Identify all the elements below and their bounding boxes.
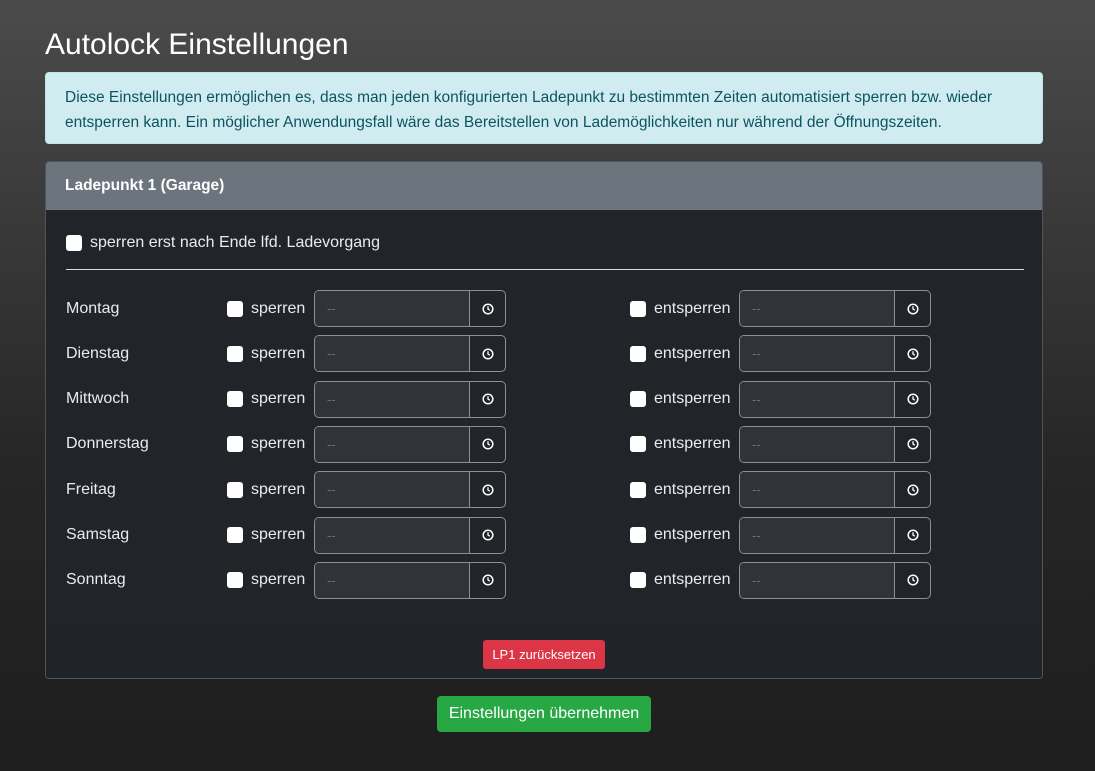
day-label: Donnerstag <box>66 435 149 453</box>
day-row: Dienstag sperren entsperren <box>66 335 1024 373</box>
lock-checkbox[interactable] <box>227 481 243 498</box>
clock-icon[interactable] <box>895 574 930 587</box>
apply-settings-button[interactable]: Einstellungen übernehmen <box>437 696 651 732</box>
clock-icon[interactable] <box>470 483 505 496</box>
day-row: Sonntag sperren entsperren <box>66 561 1024 599</box>
unlock-time-group <box>739 561 931 599</box>
day-label: Dienstag <box>66 344 130 362</box>
card-header: Ladepunkt 1 (Garage) <box>46 162 1042 210</box>
lock-checkbox[interactable] <box>227 572 243 589</box>
day-label: Mittwoch <box>66 390 130 408</box>
lock-after-charge-label: sperren erst nach Ende lfd. Ladevorgang <box>90 234 380 251</box>
unlock-label: entsperren <box>654 480 731 498</box>
lock-label: sperren <box>251 480 306 498</box>
lock-time-group <box>314 290 506 327</box>
lock-label: sperren <box>251 299 306 317</box>
lock-time-input[interactable] <box>315 472 470 508</box>
lock-checkbox[interactable] <box>227 391 243 408</box>
unlock-time-group <box>739 425 931 463</box>
card-footer: LP1 zurücksetzen <box>46 628 1042 678</box>
day-label: Samstag <box>66 526 130 543</box>
page-title: Autolock Einstellungen <box>45 28 349 61</box>
lock-time-input[interactable] <box>315 291 470 326</box>
unlock-time-input[interactable] <box>740 426 895 462</box>
unlock-checkbox[interactable] <box>630 345 646 362</box>
lock-time-group <box>314 335 506 373</box>
unlock-label: entsperren <box>654 571 731 589</box>
unlock-time-input[interactable] <box>740 381 895 417</box>
lock-label: sperren <box>251 435 306 453</box>
divider <box>66 269 1024 270</box>
clock-icon[interactable] <box>895 483 930 496</box>
lock-checkbox[interactable] <box>227 436 243 453</box>
unlock-label: entsperren <box>654 390 731 408</box>
lock-label: sperren <box>251 526 306 543</box>
lock-checkbox[interactable] <box>227 527 243 543</box>
lock-time-group <box>314 471 506 509</box>
unlock-checkbox[interactable] <box>630 481 646 498</box>
lock-after-charge-checkbox[interactable] <box>66 235 82 251</box>
clock-icon[interactable] <box>470 438 505 451</box>
lock-checkbox[interactable] <box>227 300 243 317</box>
unlock-checkbox[interactable] <box>630 527 646 543</box>
unlock-time-input[interactable] <box>740 517 895 553</box>
clock-icon[interactable] <box>470 574 505 587</box>
unlock-time-input[interactable] <box>740 472 895 508</box>
clock-icon[interactable] <box>895 347 930 360</box>
clock-icon[interactable] <box>895 393 930 406</box>
clock-icon[interactable] <box>470 393 505 406</box>
day-row: Freitag sperren entsperren <box>66 471 1024 509</box>
clock-icon[interactable] <box>895 438 930 451</box>
lock-time-group <box>314 380 506 418</box>
unlock-checkbox[interactable] <box>630 572 646 589</box>
day-row: Donnerstag sperren entsperren <box>66 425 1024 463</box>
clock-icon[interactable] <box>470 302 505 315</box>
chargepoint-card: Ladepunkt 1 (Garage) sperren erst nach E… <box>45 161 1043 679</box>
clock-icon[interactable] <box>470 529 505 541</box>
lock-time-input[interactable] <box>315 517 470 553</box>
day-label: Sonntag <box>66 571 126 589</box>
clock-icon[interactable] <box>470 347 505 360</box>
unlock-time-group <box>739 471 931 509</box>
day-label: Montag <box>66 299 120 317</box>
unlock-label: entsperren <box>654 299 731 317</box>
day-row: Samstag sperren entsperren <box>66 516 1024 554</box>
lock-label: sperren <box>251 390 306 408</box>
unlock-time-group <box>739 335 931 373</box>
unlock-time-input[interactable] <box>740 336 895 372</box>
lock-time-group <box>314 516 506 554</box>
unlock-checkbox[interactable] <box>630 391 646 408</box>
lock-label: sperren <box>251 571 306 589</box>
unlock-checkbox[interactable] <box>630 300 646 317</box>
lock-time-input[interactable] <box>315 426 470 462</box>
lock-checkbox[interactable] <box>227 345 243 362</box>
unlock-label: entsperren <box>654 344 731 362</box>
lock-time-group <box>314 561 506 599</box>
unlock-time-group <box>739 380 931 418</box>
lock-label: sperren <box>251 344 306 362</box>
day-row: Montag sperren entsperren <box>66 290 1024 327</box>
unlock-time-input[interactable] <box>740 291 895 326</box>
reset-lp1-button[interactable]: LP1 zurücksetzen <box>483 639 605 669</box>
day-label: Freitag <box>66 480 116 498</box>
unlock-time-group <box>739 516 931 554</box>
lock-time-input[interactable] <box>315 562 470 598</box>
lock-time-input[interactable] <box>315 381 470 417</box>
lock-time-group <box>314 425 506 463</box>
clock-icon[interactable] <box>895 529 930 541</box>
day-row: Mittwoch sperren entsperren <box>66 380 1024 418</box>
lock-after-charge-option[interactable]: sperren erst nach Ende lfd. Ladevorgang <box>66 234 380 252</box>
unlock-label: entsperren <box>654 526 731 543</box>
lock-time-input[interactable] <box>315 336 470 372</box>
info-alert: Diese Einstellungen ermöglichen es, dass… <box>45 72 1043 144</box>
unlock-time-input[interactable] <box>740 562 895 598</box>
unlock-label: entsperren <box>654 435 731 453</box>
unlock-time-group <box>739 290 931 327</box>
clock-icon[interactable] <box>895 302 930 315</box>
unlock-checkbox[interactable] <box>630 436 646 453</box>
